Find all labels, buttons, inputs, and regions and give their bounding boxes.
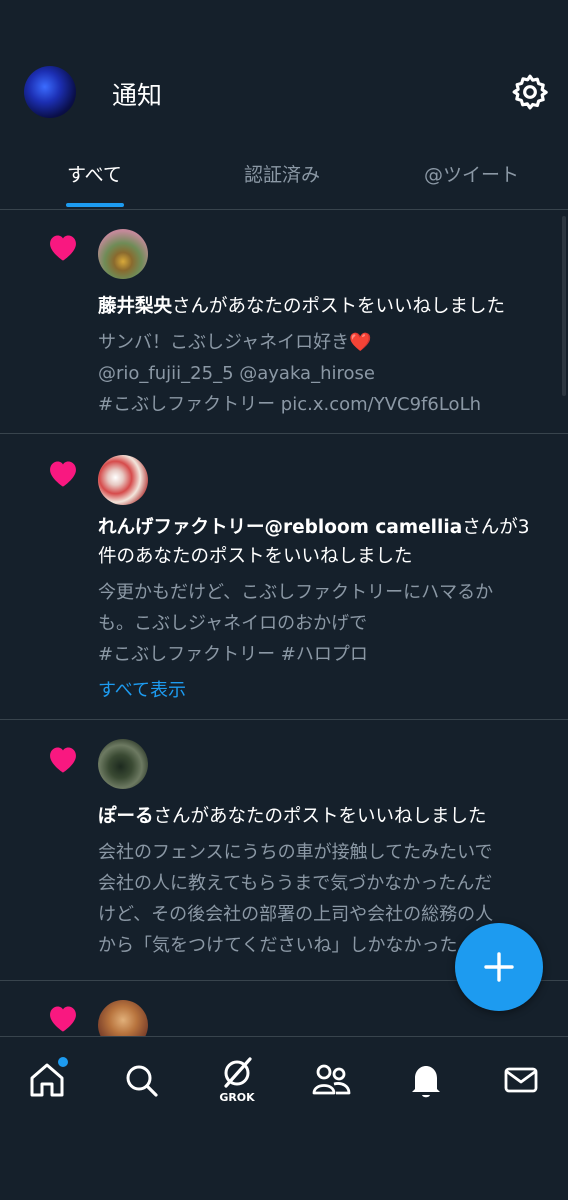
user-name[interactable]: ぽーる	[98, 806, 154, 827]
action-text: さんが3	[462, 517, 530, 538]
nav-home[interactable]	[22, 1055, 72, 1105]
page-title: 通知	[112, 81, 163, 110]
heart-icon	[50, 1006, 76, 1032]
post-preview[interactable]: 今更かもだけど、こぶしファクトリーにハマるか も。こぶしジャネイロのおかげで #…	[98, 577, 558, 670]
tab-mentions[interactable]: @ツイート	[424, 160, 519, 187]
user-name[interactable]: れんげファクトリー@rebloom camellia	[98, 517, 462, 538]
post-line: #こぶしファクトリー #ハロプロ	[98, 644, 368, 665]
compose-button[interactable]	[455, 923, 543, 1011]
post-line: も。こぶしジャネイロのおかげで	[98, 613, 368, 634]
nav-notifications[interactable]	[401, 1055, 451, 1105]
post-line: 会社のフェンスにうちの車が接触してたみたいで	[98, 842, 493, 863]
post-line: サンバ！こぶしジャネイロ好き❤️	[98, 332, 372, 353]
bottom-nav: GROK	[0, 1036, 568, 1123]
post-line: #こぶしファクトリー pic.x.com/YVC9f6LoLh	[98, 394, 482, 415]
avatar[interactable]	[98, 229, 148, 279]
search-icon	[126, 1065, 158, 1097]
notification-list: 藤井梨央さんがあなたのポストをいいねしました サンバ！こぶしジャネイロ好き❤️ …	[0, 210, 568, 1050]
top-bar: 通知	[0, 0, 568, 150]
list-item[interactable]: れんげファクトリー@rebloom camelliaさんが3 件のあなたのポスト…	[0, 434, 568, 720]
action-text: さんがあなたのポストをいいねしました	[153, 806, 487, 827]
show-all-link[interactable]: すべて表示	[98, 676, 186, 702]
heart-icon	[50, 747, 76, 773]
profile-avatar[interactable]	[24, 66, 76, 118]
avatar[interactable]	[98, 455, 148, 505]
nav-communities[interactable]	[306, 1055, 356, 1105]
avatar[interactable]	[98, 739, 148, 789]
grok-icon	[224, 1057, 252, 1088]
gear-icon[interactable]	[510, 72, 550, 112]
tab-verified[interactable]: 認証済み	[244, 160, 320, 187]
list-item[interactable]: 藤井梨央さんがあなたのポストをいいねしました サンバ！こぶしジャネイロ好き❤️ …	[0, 210, 568, 434]
action-text: 件のあなたのポストをいいねしました	[98, 546, 413, 567]
nav-messages[interactable]	[496, 1055, 546, 1105]
user-name[interactable]: 藤井梨央	[98, 296, 172, 317]
unread-dot	[56, 1055, 70, 1069]
nav-search[interactable]	[116, 1055, 166, 1105]
post-line: @rio_fujii_25_5 @ayaka_hirose	[98, 363, 375, 384]
post-line: 今更かもだけど、こぶしファクトリーにハマるか	[98, 582, 494, 603]
notification-headline: れんげファクトリー@rebloom camelliaさんが3 件のあなたのポスト…	[98, 513, 558, 571]
tab-all[interactable]: すべて	[67, 160, 122, 187]
mail-icon	[504, 1067, 538, 1093]
grok-label: GROK	[219, 1091, 255, 1104]
action-text: さんがあなたのポストをいいねしました	[172, 296, 506, 317]
active-tab-indicator	[66, 203, 124, 207]
nav-grok[interactable]: GROK	[212, 1055, 262, 1105]
notification-headline: 藤井梨央さんがあなたのポストをいいねしました	[98, 292, 558, 321]
system-bar-area	[0, 1122, 568, 1200]
notification-tabs: すべて 認証済み @ツイート	[0, 150, 568, 210]
bell-icon	[412, 1066, 440, 1098]
post-preview[interactable]: サンバ！こぶしジャネイロ好き❤️ @rio_fujii_25_5 @ayaka_…	[98, 327, 558, 420]
heart-icon	[50, 461, 76, 487]
notification-headline: ぽーるさんがあなたのポストをいいねしました	[98, 802, 558, 831]
post-line: 会社の人に教えてもらうまで気づかなかったんだ	[98, 873, 493, 894]
plus-icon	[484, 952, 514, 982]
heart-icon	[50, 235, 76, 261]
communities-icon	[312, 1064, 351, 1095]
